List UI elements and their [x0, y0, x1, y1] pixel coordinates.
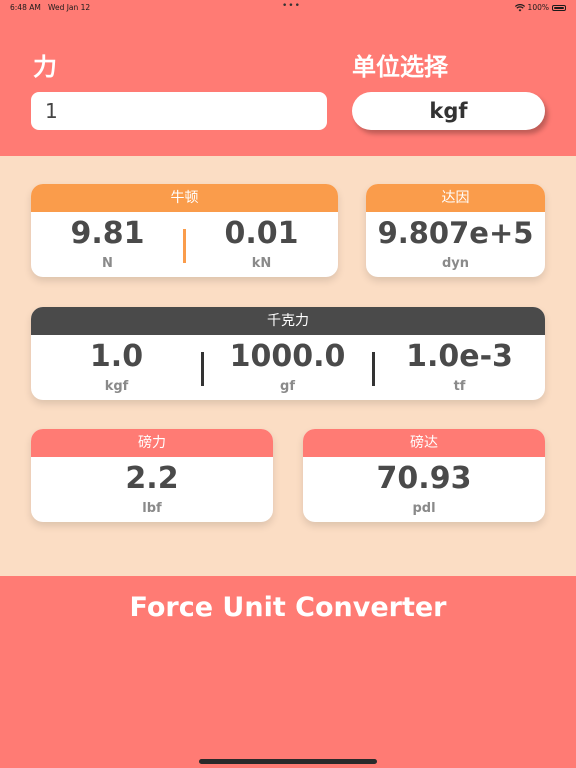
kgf-card-body: 1.0 kgf 1000.0 gf 1.0e-3 tf [31, 335, 545, 400]
tf-value: 1.0e-3 [406, 339, 513, 374]
tf-unit: tf [453, 379, 466, 394]
unit-select-label: 单位选择 [352, 53, 448, 81]
wifi-icon [514, 3, 525, 12]
kilonewton-value: 0.01 [224, 216, 299, 251]
app-title: Force Unit Converter [129, 592, 447, 623]
pdl-card: 磅达 70.93 pdl [303, 429, 545, 522]
newton-card: 牛顿 9.81 N 0.01 kN [31, 184, 338, 277]
status-date: Wed Jan 12 [47, 3, 91, 12]
unit-select-button[interactable]: kgf [352, 92, 545, 130]
lbf-card: 磅力 2.2 lbf [31, 429, 273, 522]
newton-value: 9.81 [70, 216, 145, 251]
lbf-card-title: 磅力 [31, 429, 273, 457]
multitasking-dots-icon[interactable]: ••• [282, 1, 301, 11]
dyne-card-title: 达因 [366, 184, 545, 212]
lbf-unit: lbf [142, 501, 162, 516]
dyne-unit: dyn [441, 256, 470, 271]
newton-unit: N [102, 256, 113, 271]
kgf-card-title: 千克力 [31, 307, 545, 335]
status-clock: 6:48 AM [10, 3, 41, 12]
force-label: 力 [33, 53, 57, 81]
dyne-card-body: 9.807e+5 dyn [366, 212, 545, 277]
dyne-card: 达因 9.807e+5 dyn [366, 184, 545, 277]
kgf-card: 千克力 1.0 kgf 1000.0 gf 1.0e-3 tf [31, 307, 545, 400]
kilonewton-unit: kN [251, 256, 272, 271]
pdl-card-body: 70.93 pdl [303, 457, 545, 522]
lbf-value: 2.2 [125, 461, 179, 496]
lbf-card-body: 2.2 lbf [31, 457, 273, 522]
home-indicator[interactable] [199, 759, 377, 764]
gf-value: 1000.0 [229, 339, 346, 374]
pdl-unit: pdl [412, 501, 436, 516]
status-time: 6:48 AM Wed Jan 12 [10, 3, 90, 12]
input-header [0, 14, 576, 156]
dyne-value: 9.807e+5 [377, 216, 534, 250]
force-input[interactable]: 1 [31, 92, 327, 130]
status-right: 100% [514, 3, 566, 12]
battery-percent: 100% [527, 3, 549, 12]
pdl-value: 70.93 [376, 461, 472, 496]
kgf-value: 1.0 [89, 339, 144, 374]
battery-icon [552, 4, 566, 11]
gf-unit: gf [280, 379, 295, 394]
newton-card-title: 牛顿 [31, 184, 338, 212]
status-bar: 6:48 AM Wed Jan 12 ••• 100% [0, 0, 576, 14]
kgf-unit: kgf [104, 379, 129, 394]
newton-card-body: 9.81 N 0.01 kN [31, 212, 338, 277]
pdl-card-title: 磅达 [303, 429, 545, 457]
